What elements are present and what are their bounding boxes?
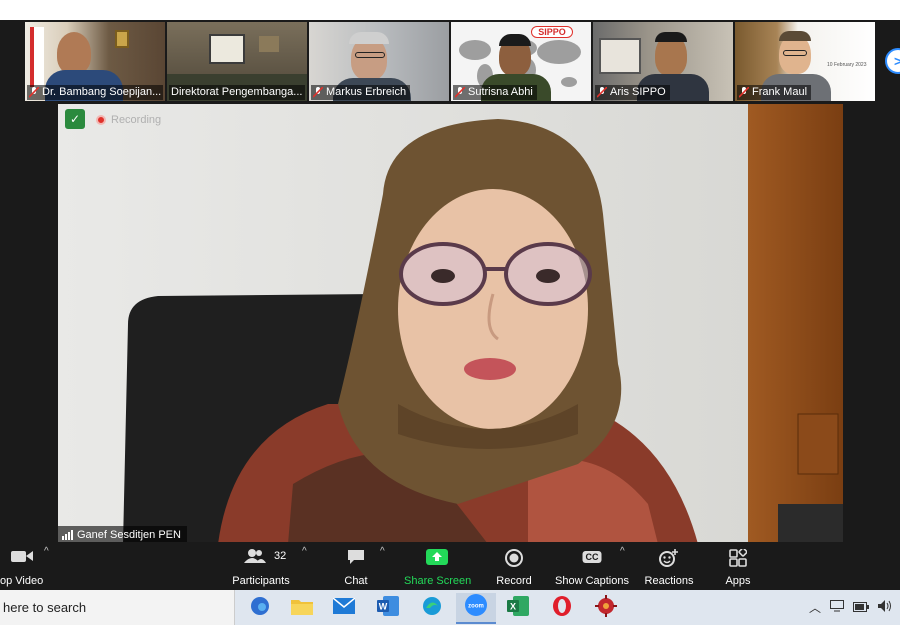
- recording-label: Recording: [111, 114, 162, 126]
- taskbar-app-excel[interactable]: X: [498, 593, 538, 624]
- participant-name: Sutrisna Abhi: [453, 85, 537, 100]
- apps-icon: [729, 547, 748, 570]
- gallery-strip: Dr. Bambang Soepijan... Direktorat Penge…: [25, 22, 875, 101]
- gallery-next-button[interactable]: >: [885, 48, 900, 74]
- participant-thumb[interactable]: Markus Erbreich: [309, 22, 449, 101]
- word-icon: W: [377, 596, 399, 621]
- sippo-logo: SIPPO: [531, 26, 573, 38]
- recording-indicator[interactable]: Recording: [96, 114, 161, 126]
- chat-options-caret[interactable]: ^: [380, 546, 385, 557]
- participant-name: Frank Maul: [737, 85, 812, 100]
- display-icon[interactable]: [830, 600, 844, 615]
- folder-icon: [291, 597, 313, 620]
- participant-name: Markus Erbreich: [311, 85, 411, 100]
- taskbar-app-edge[interactable]: [412, 593, 452, 624]
- svg-text:X: X: [510, 602, 516, 612]
- muted-mic-icon: [596, 86, 608, 98]
- mail-icon: [332, 597, 356, 619]
- opera-icon: [551, 595, 573, 622]
- svg-text:zoom: zoom: [468, 604, 484, 610]
- taskbar-app-edge-chromium[interactable]: [240, 593, 280, 624]
- muted-mic-icon: [312, 86, 324, 98]
- top-strip: [0, 0, 900, 20]
- chat-icon: [347, 549, 365, 568]
- reactions-icon: [659, 549, 679, 570]
- participant-thumb[interactable]: SIPPO Sutrisna Abhi: [451, 22, 591, 101]
- zoom-meeting-window: Dr. Bambang Soepijan... Direktorat Penge…: [0, 20, 900, 590]
- windows-taskbar: here to search W zoom X ︿: [0, 590, 900, 625]
- svg-text:W: W: [379, 602, 388, 612]
- reactions-button[interactable]: Reactions: [643, 547, 695, 587]
- video-camera-icon: [11, 549, 33, 566]
- participant-count: 32: [274, 550, 287, 562]
- battery-icon[interactable]: [853, 601, 869, 615]
- taskbar-app-word[interactable]: W: [368, 593, 408, 624]
- participant-name: Aris SIPPO: [595, 85, 670, 100]
- edge-chromium-icon: [249, 595, 271, 622]
- taskbar-search-box[interactable]: here to search: [0, 590, 235, 625]
- taskbar-app-file-explorer[interactable]: [282, 593, 322, 624]
- taskbar-app-opera[interactable]: [542, 593, 582, 624]
- show-captions-button[interactable]: CC Show Captions: [554, 547, 630, 587]
- participants-button[interactable]: 32 Participants: [230, 547, 292, 587]
- zoom-icon: zoom: [464, 593, 488, 622]
- participant-name: Direktorat Pengembanga...: [169, 85, 305, 100]
- taskbar-app-mail[interactable]: [324, 593, 364, 624]
- speaker-video-frame: [58, 104, 843, 544]
- active-speaker-video: [58, 104, 843, 544]
- captions-options-caret[interactable]: ^: [620, 546, 625, 557]
- screen: Dr. Bambang Soepijan... Direktorat Penge…: [0, 0, 900, 625]
- participant-thumb[interactable]: Aris SIPPO: [593, 22, 733, 101]
- record-button[interactable]: Record: [494, 547, 534, 587]
- system-tray: ︿: [809, 590, 892, 625]
- stop-video-button[interactable]: op Video: [0, 547, 44, 587]
- recording-dot-icon: [96, 115, 106, 125]
- muted-mic-icon: [454, 86, 466, 98]
- participants-icon: [243, 549, 266, 566]
- meeting-toolbar: op Video ^ 32 Participants ^ Chat ^ Shar…: [0, 542, 900, 590]
- participant-thumb[interactable]: Direktorat Pengembanga...: [167, 22, 307, 101]
- muted-mic-icon: [738, 86, 750, 98]
- excel-icon: X: [507, 596, 529, 621]
- muted-mic-icon: [28, 86, 40, 98]
- apps-button[interactable]: Apps: [722, 547, 754, 587]
- video-options-caret[interactable]: ^: [44, 546, 49, 557]
- closed-captions-icon: CC: [582, 551, 602, 563]
- share-screen-button[interactable]: Share Screen: [404, 547, 471, 587]
- volume-icon[interactable]: [878, 600, 892, 615]
- participant-thumb[interactable]: 10 February 2023 Frank Maul: [735, 22, 875, 101]
- slide-date: 10 February 2023: [827, 62, 867, 68]
- chat-button[interactable]: Chat: [340, 547, 372, 587]
- signal-bars-icon: [62, 530, 73, 540]
- share-screen-icon: [426, 549, 448, 568]
- edge-icon: [421, 595, 443, 622]
- participant-thumb[interactable]: Dr. Bambang Soepijan...: [25, 22, 165, 101]
- participants-options-caret[interactable]: ^: [302, 546, 307, 557]
- chevron-up-icon[interactable]: ︿: [809, 599, 821, 616]
- participant-name: Dr. Bambang Soepijan...: [27, 85, 163, 100]
- record-icon: [505, 549, 523, 570]
- game-icon: [595, 595, 617, 622]
- security-shield-icon[interactable]: ✓: [65, 109, 85, 129]
- taskbar-app-zoom[interactable]: zoom: [456, 593, 496, 624]
- taskbar-app-game[interactable]: [586, 593, 626, 624]
